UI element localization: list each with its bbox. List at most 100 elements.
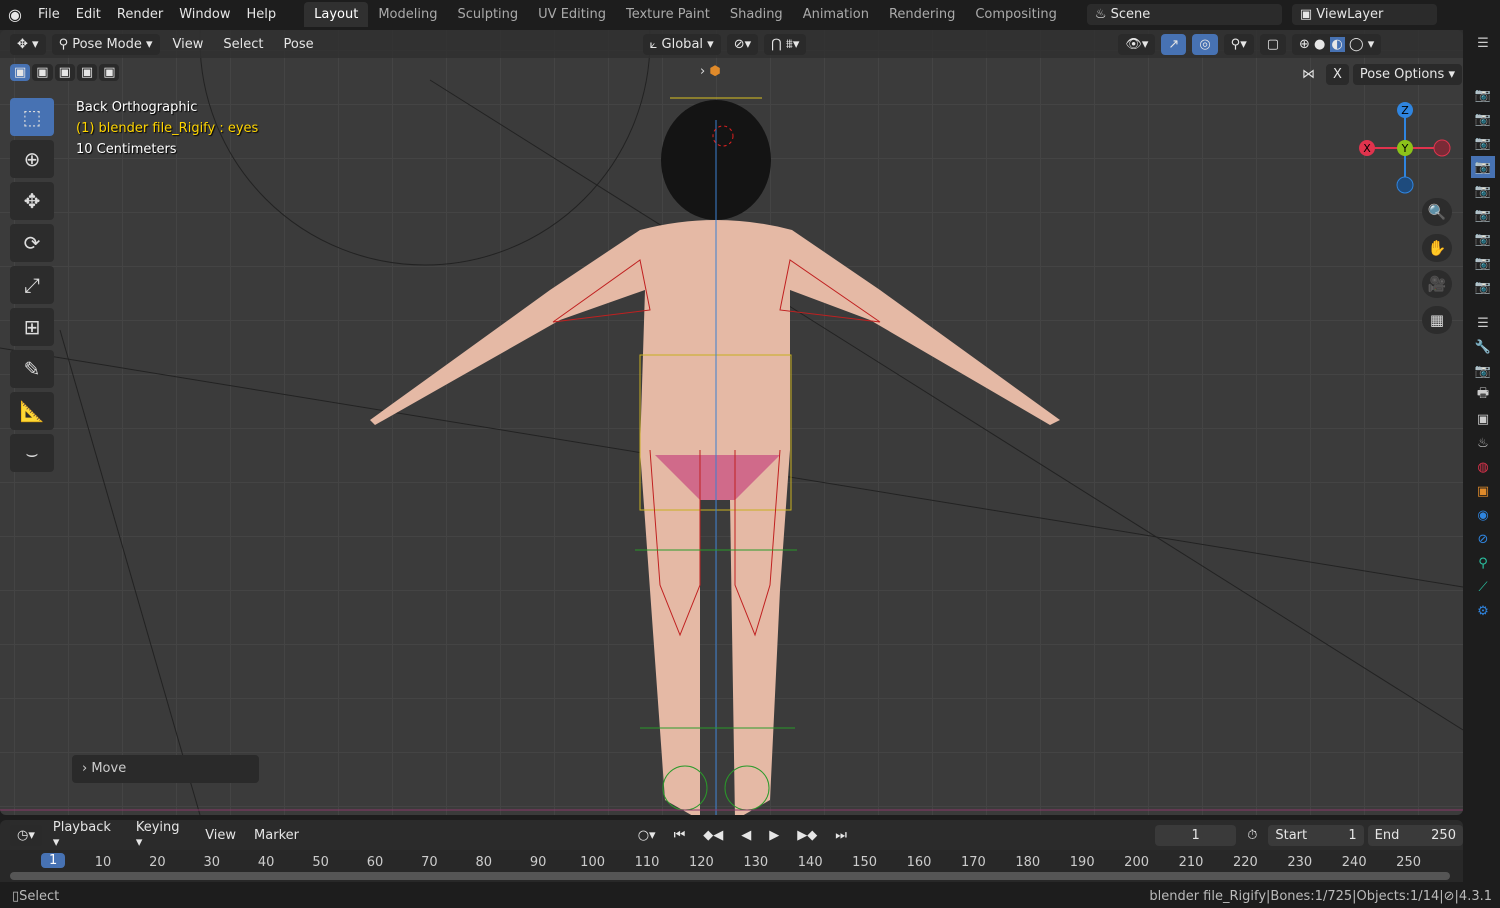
select-intersect-icon[interactable]: ▣ [99,64,120,81]
bone-constraint-icon[interactable]: ⚙ [1471,600,1495,622]
constraints-icon[interactable]: ⊘ [1471,528,1495,550]
tab-layout[interactable]: Layout [304,2,369,27]
scale-tool[interactable]: ⤢ [10,266,54,304]
stopwatch-icon[interactable]: ⏱ [1240,825,1264,846]
timeline-ruler[interactable]: 10 20 30 40 50 60 70 80 90 100 110 120 130 140 150 160 1… [0,850,1463,882]
view-layer-icon[interactable]: ▣ [1471,408,1495,430]
menu-view[interactable]: View [166,34,211,55]
snap-toggle[interactable]: ⋂ ⩩▾ [764,33,807,55]
bone-icon[interactable]: ⟋ [1471,576,1495,598]
menu-timeline-view[interactable]: View [198,825,243,846]
properties-toggle-icon[interactable]: ☰ [1471,312,1495,334]
transform-tool[interactable]: ⊞ [10,308,54,346]
visibility-dropdown[interactable]: 👁▾ [1118,33,1156,55]
auto-keying-toggle[interactable]: ○▾ [631,825,663,846]
playhead[interactable]: 1 [41,853,66,868]
tool-icon[interactable]: 🔧 [1471,336,1495,358]
pan-hand-icon[interactable]: ✋ [1422,234,1452,262]
tab-animation[interactable]: Animation [793,2,879,27]
tab-shading[interactable]: Shading [720,2,793,27]
world-icon[interactable]: ◍ [1471,456,1495,478]
menu-help[interactable]: Help [238,7,284,22]
last-operator-panel[interactable]: › Move [72,755,259,783]
start-frame-field[interactable]: Start 1 [1268,824,1364,846]
blender-logo-icon[interactable]: ◉ [0,5,30,24]
menu-pose[interactable]: Pose [277,34,321,55]
bone-size-tool[interactable]: ⌣ [10,434,54,472]
move-tool[interactable]: ✥ [10,182,54,220]
camera-icon[interactable]: 📷 [1471,276,1495,298]
select-new-icon[interactable]: ▣ [10,64,31,81]
mode-dropdown[interactable]: ⚲ Pose Mode ▾ [51,33,160,55]
rotate-tool[interactable]: ⟳ [10,224,54,262]
x-mirror-toggle[interactable]: X [1326,64,1349,85]
play-reverse-icon[interactable]: ◀ [734,825,758,846]
outliner-icon[interactable]: ☰ [1471,32,1495,54]
tab-uv-editing[interactable]: UV Editing [528,2,616,27]
xray-toggle[interactable]: ▢ [1259,33,1287,55]
output-icon[interactable]: 🖶 [1471,384,1495,406]
jump-start-icon[interactable]: ⏮ [667,825,693,846]
menu-select[interactable]: Select [216,34,270,55]
tab-compositing[interactable]: Compositing [965,2,1067,27]
editor-type-button[interactable]: ✥ ▾ [10,33,46,55]
end-frame-field[interactable]: End 250 [1367,824,1463,846]
menu-render[interactable]: Render [109,7,171,22]
menu-window[interactable]: Window [171,7,238,22]
camera-icon[interactable]: 📷 [1471,252,1495,274]
menu-marker[interactable]: Marker [247,825,306,846]
select-invert-icon[interactable]: ▣ [76,64,98,81]
3d-viewport[interactable] [0,30,1463,815]
camera-icon[interactable]: 📷 [1471,108,1495,130]
orientation-dropdown[interactable]: ⟀ Global ▾ [642,33,721,55]
bone-overlay-dropdown[interactable]: ⚲▾ [1223,33,1254,55]
tab-sculpting[interactable]: Sculpting [447,2,528,27]
ortho-grid-icon[interactable]: ▦ [1422,306,1452,334]
camera-icon[interactable]: 📷 [1471,180,1495,202]
pivot-dropdown[interactable]: ⊘▾ [726,33,759,55]
physics-icon[interactable]: ◉ [1471,504,1495,526]
menu-edit[interactable]: Edit [68,7,109,22]
select-extend-icon[interactable]: ▣ [32,64,53,81]
timeline-editor-type-icon[interactable]: ◷▾ [10,824,42,846]
tab-texture-paint[interactable]: Texture Paint [616,2,720,27]
zoom-icon[interactable]: 🔍 [1422,198,1452,226]
navigation-gizmo[interactable]: X Z Y [1355,98,1455,198]
menu-playback[interactable]: Playback ▾ [46,817,125,853]
jump-keyframe-back-icon[interactable]: ◆◀ [696,825,730,846]
armature-data-icon[interactable]: ⚲ [1471,552,1495,574]
camera-icon[interactable]: 📷 [1471,156,1495,178]
measure-tool[interactable]: 📐 [10,392,54,430]
jump-keyframe-forward-icon[interactable]: ▶◆ [790,825,824,846]
tab-modeling[interactable]: Modeling [368,2,447,27]
render-icon[interactable]: 📷 [1471,360,1495,382]
annotate-tool[interactable]: ✎ [10,350,54,388]
camera-icon[interactable]: 📷 [1471,132,1495,154]
current-frame-field[interactable]: 1 [1155,824,1237,846]
tab-rendering[interactable]: Rendering [879,2,965,27]
sidebar-toggle[interactable]: › ⬢ [700,64,721,79]
cursor-tool[interactable]: ⊕ [10,140,54,178]
scene-selector[interactable]: ♨ Scene [1086,4,1282,25]
timeline-tick: 160 [906,855,932,870]
shading-modes[interactable]: ⊕ ● ◐ ◯ ▾ [1292,33,1382,55]
camera-icon[interactable]: 📷 [1471,204,1495,226]
view-layer-selector[interactable]: ▣ ViewLayer [1291,4,1437,25]
object-icon[interactable]: ▣ [1471,480,1495,502]
camera-icon[interactable]: 📷 [1471,228,1495,250]
select-box-tool[interactable]: ⬚ [10,98,54,136]
jump-end-icon[interactable]: ⏭ [828,825,854,846]
menu-keying[interactable]: Keying ▾ [129,817,194,853]
scene-icon[interactable]: ♨ [1471,432,1495,454]
timeline-scrollbar[interactable] [10,872,1450,880]
menu-file[interactable]: File [30,7,68,22]
view-layer-name: ViewLayer [1316,7,1384,22]
play-icon[interactable]: ▶ [762,825,786,846]
camera-icon[interactable]: 📷 [1471,84,1495,106]
select-subtract-icon[interactable]: ▣ [54,64,75,81]
pose-options-dropdown[interactable]: Pose Options ▾ [1352,64,1462,85]
timeline-tick: 200 [1124,855,1150,870]
overlay-toggle[interactable]: ◎ [1192,33,1218,55]
camera-view-icon[interactable]: 🎥 [1422,270,1452,298]
gizmo-toggle[interactable]: ↗ [1161,33,1187,55]
